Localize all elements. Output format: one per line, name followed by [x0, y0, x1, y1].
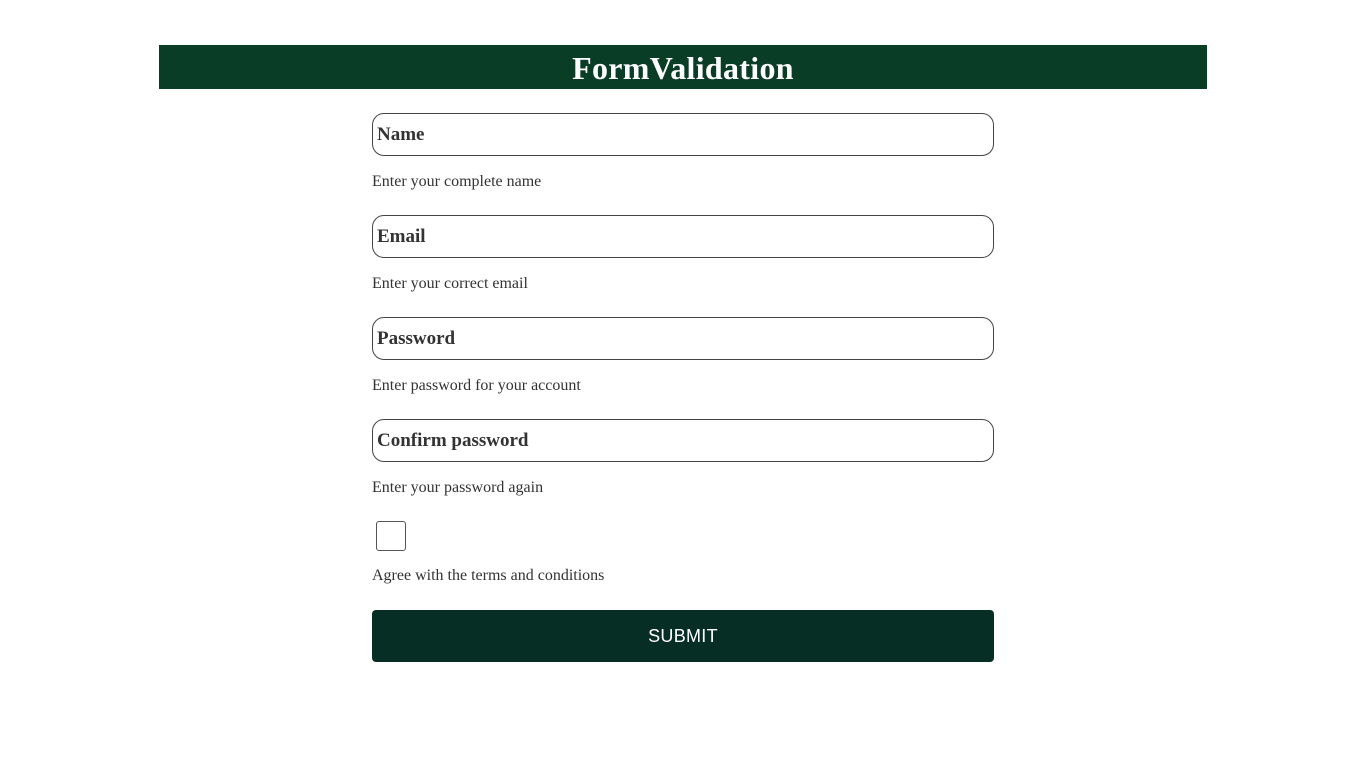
submit-button[interactable]: SUBMIT [372, 610, 994, 662]
terms-label: Agree with the terms and conditions [372, 567, 605, 584]
confirm-password-field-group: Enter your password again [372, 419, 994, 521]
password-hint: Enter password for your account [372, 377, 581, 394]
terms-field-group: Agree with the terms and conditions [372, 521, 994, 610]
password-field-group: Enter password for your account [372, 317, 994, 419]
confirm-password-input[interactable] [372, 419, 994, 462]
email-field-group: Enter your correct email [372, 215, 994, 317]
page: FormValidation Enter your complete name … [0, 0, 1366, 768]
email-hint: Enter your correct email [372, 275, 528, 292]
name-field-group: Enter your complete name [372, 113, 994, 215]
signup-form: Enter your complete name Enter your corr… [372, 113, 994, 662]
confirm-password-hint: Enter your password again [372, 479, 544, 496]
header-bar: FormValidation [159, 45, 1207, 89]
name-input[interactable] [372, 113, 994, 156]
email-input[interactable] [372, 215, 994, 258]
password-input[interactable] [372, 317, 994, 360]
terms-checkbox[interactable] [376, 521, 406, 551]
page-title: FormValidation [572, 49, 794, 86]
name-hint: Enter your complete name [372, 173, 542, 190]
